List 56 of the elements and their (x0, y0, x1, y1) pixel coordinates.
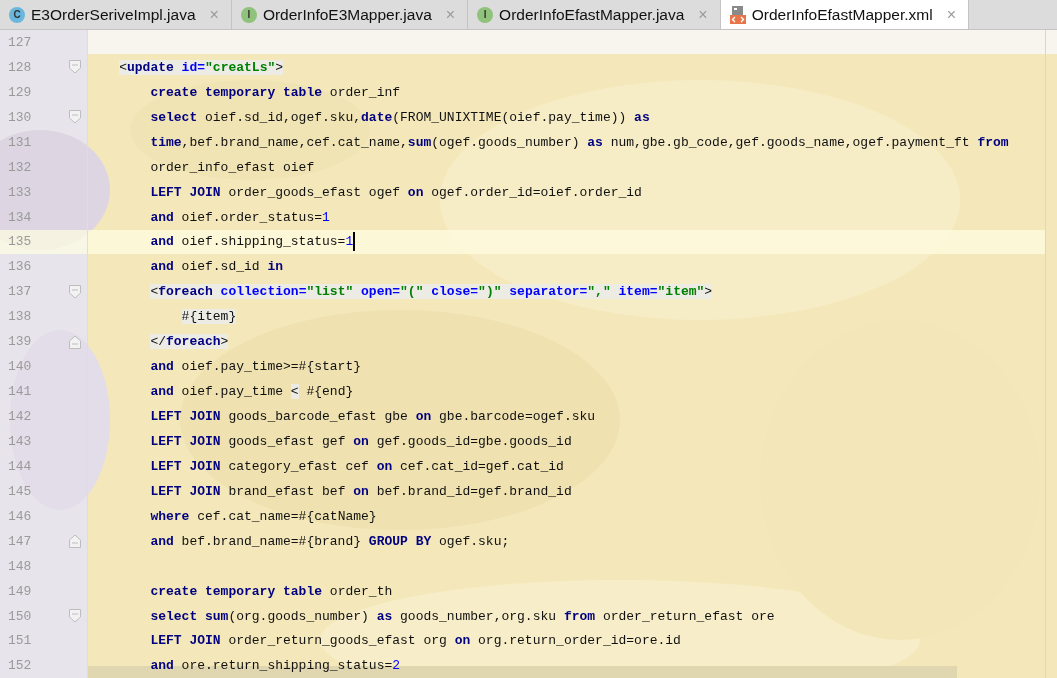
code-line: and oief.shipping_status=1 (150, 234, 354, 250)
code-line: <foreach collection="list" open="(" close=")" separator="," item="item"> (150, 284, 713, 300)
code-line: and oief.sd_id in (150, 259, 284, 275)
code-line: LEFT JOIN brand_efast bef on bef.brand_id=gef.brand_id (150, 483, 572, 499)
line-number: 145 (8, 483, 32, 499)
code-line: LEFT JOIN goods_efast gef on gef.goods_id=gbe.goods_id (150, 433, 572, 449)
code-line: select sum(org.goods_number) as goods_number,org.sku from order_return_efast ore (150, 608, 775, 624)
code-line: and bef.brand_name=#{brand} GROUP BY ogef.sku; (150, 533, 510, 549)
line-number: 152 (8, 658, 32, 674)
code-line: LEFT JOIN goods_barcode_efast gbe on gbe.barcode=ogef.sku (150, 409, 596, 425)
line-number: 131 (8, 134, 32, 150)
line-number: 137 (8, 284, 32, 300)
line-number: 128 (8, 59, 32, 75)
line-number: 143 (8, 433, 32, 449)
code-line: and oief.order_status=1 (150, 209, 330, 225)
code-line: LEFT JOIN order_goods_efast ogef on ogef.order_id=oief.order_id (150, 184, 642, 200)
code-line: order_info_efast oief (150, 159, 315, 175)
code-line: <update id="creatLs"> (119, 59, 284, 75)
line-number: 148 (8, 558, 32, 574)
line-number: 130 (8, 109, 32, 125)
code-line: LEFT JOIN order_return_goods_efast org on org.return_order_id=ore.id (150, 633, 681, 649)
editor-tab[interactable]: C E3OrderSeriveImpl.java × (0, 0, 232, 29)
class-icon: C (9, 6, 25, 23)
line-number: 135 (8, 234, 32, 250)
code-line: create temporary table order_inf (150, 84, 401, 100)
line-number: 136 (8, 259, 32, 275)
code-line: and ore.return_shipping_status=2 (150, 658, 401, 674)
line-number: 140 (8, 359, 32, 375)
code-line: create temporary table order_th (150, 583, 393, 599)
line-number: 144 (8, 458, 32, 474)
line-number: 132 (8, 159, 32, 175)
line-number: 134 (8, 209, 32, 225)
interface-icon: I (477, 6, 494, 23)
line-number: 138 (8, 309, 32, 325)
interface-icon: I (240, 6, 257, 23)
editor-tab[interactable]: I OrderInfoEfastMapper.java × (468, 0, 721, 29)
code-line: select oief.sd_id,ogef.sku,date(FROM_UNIXTIME(oief.pay_time)) as (150, 109, 650, 125)
code-line: and oief.pay_time < #{end} (150, 384, 354, 400)
editor-tab[interactable]: OrderInfoEfastMapper.xml × (720, 0, 969, 29)
code-line: time,bef.brand_name,cef.cat_name,sum(ogef.goods_number) as num,gbe.gb_code,gef.goods_name,ogef.payment_ft from (150, 134, 1009, 150)
line-number: 141 (8, 384, 32, 400)
editor-tab[interactable]: I OrderInfoE3Mapper.java × (231, 0, 469, 29)
line-number: 149 (8, 583, 32, 599)
line-number: 127 (8, 34, 32, 50)
line-number: 151 (8, 633, 32, 649)
line-number: 129 (8, 84, 32, 100)
line-number: 133 (8, 184, 32, 200)
line-number: 150 (8, 608, 32, 624)
code-line: and oief.pay_time>=#{start} (150, 359, 362, 375)
line-number: 142 (8, 409, 32, 425)
code-line: where cef.cat_name=#{catName} (150, 508, 377, 524)
code-line: </foreach> (150, 334, 229, 350)
line-number: 146 (8, 508, 32, 524)
line-number: 139 (8, 334, 32, 350)
code-line: LEFT JOIN category_efast cef on cef.cat_id=gef.cat_id (150, 458, 564, 474)
line-number: 147 (8, 533, 32, 549)
